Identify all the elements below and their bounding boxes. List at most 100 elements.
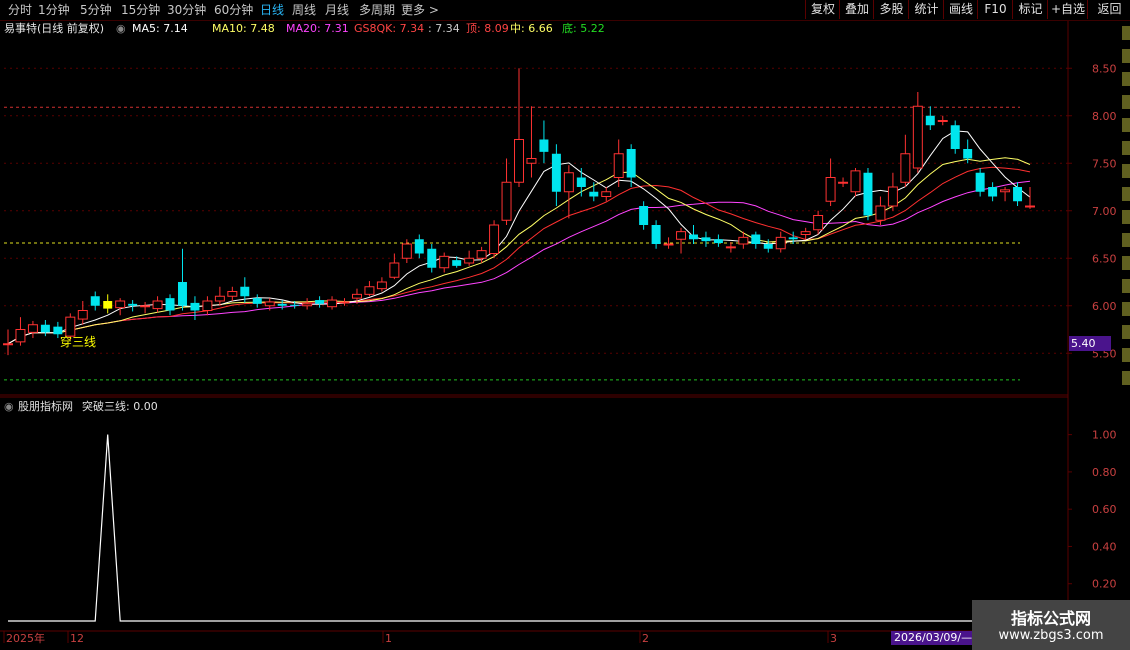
candle-body [227,291,238,297]
candle-body [364,286,375,295]
candle-body [476,250,487,259]
candle-body [15,329,26,343]
candle-body [115,300,126,309]
candle-body [339,301,350,304]
candle-body [264,301,275,307]
candle-body [464,257,475,264]
gs8qk2-value: : 7.34 [428,22,460,35]
candle-body [376,281,387,290]
candle-body [240,286,250,297]
side-panel-block [1122,49,1130,63]
candle-body [501,181,512,221]
candle-body [327,299,338,308]
side-panel-block [1122,279,1130,293]
candle-body [639,206,649,225]
period-tab-8[interactable]: 月线 [325,2,349,18]
candle-body [452,260,462,266]
period-tab-9[interactable]: 多周期 [359,2,395,18]
candle-body [401,243,412,259]
period-tab-7[interactable]: 周线 [292,2,316,18]
candle-body [414,239,424,254]
side-panel-block [1122,256,1130,270]
candle-body [950,125,960,149]
candle-body [676,231,687,240]
chart-title: 易事特(日线 前复权) [4,21,104,35]
candle-body [302,303,313,307]
candle-body [1025,205,1035,208]
toolbar-button-8[interactable]: 返回 [1087,0,1130,19]
candle-body [152,300,163,310]
candle-body [1013,187,1023,202]
side-panel-block [1122,164,1130,178]
candle-body [165,298,175,311]
candle-body [315,300,325,304]
period-tab-6[interactable]: 日线 [260,2,284,18]
candle-body [3,343,13,346]
candle-body [925,115,935,126]
candle-body [551,153,561,192]
side-panel-block [1122,233,1130,247]
candle-body [439,255,450,269]
toolbar-button-3[interactable]: 统计 [908,0,944,19]
time-label: 2025年 [6,631,45,645]
period-tab-3[interactable]: 15分钟 [121,2,160,18]
candle-body [389,262,400,278]
candle-body [763,244,773,249]
candle-body [252,298,262,304]
period-tab-10[interactable]: 更多 > [401,2,439,18]
side-panel-block [1122,95,1130,109]
candle-body [514,139,524,183]
side-panel-block [1122,371,1130,385]
price-tick-label: 6.00 [1092,300,1117,313]
side-panel-block [1122,187,1130,201]
time-label: 2 [642,632,649,645]
toolbar-button-1[interactable]: 叠加 [839,0,874,19]
period-toolbar: 分时 1分钟 5分钟 15分钟 30分钟 60分钟 日线 周线 月线 多周期 更多 > 复权 叠加 多股统… [0,0,1130,21]
candle-body [190,302,200,311]
indicator-toggle-icon: ◉ [4,400,14,413]
candle-body [351,293,362,299]
toolbar-button-4[interactable]: 画线 [943,0,978,19]
period-tab-0[interactable]: 分时 [8,2,32,18]
gs8qk-value: GS8QK: 7.34 [354,22,424,35]
candle-body [775,236,786,250]
period-tab-4[interactable]: 30分钟 [167,2,206,18]
watermark-title: 指标公式网 [1010,609,1091,628]
toolbar-button-2[interactable]: 多股 [873,0,909,19]
toolbar-button-6[interactable]: 标记 [1012,0,1048,19]
candle-body [788,237,798,240]
period-tab-5[interactable]: 60分钟 [214,2,253,18]
candle-body [713,239,723,244]
settings-toggle-icon: ◉ [116,22,126,35]
candle-body [651,225,661,244]
toolbar-button-7[interactable]: +自选 [1047,0,1088,19]
period-tab-2[interactable]: 5分钟 [80,2,112,18]
side-panel-block [1122,348,1130,362]
candle-body [963,149,973,159]
candle-body [539,139,549,152]
ma10-value: MA10: 7.48 [212,22,275,35]
indicator-tick-label: 0.40 [1092,540,1117,553]
candle-body [813,215,824,231]
indicator-line [8,434,1030,622]
candle-body [800,231,811,235]
toolbar-button-5[interactable]: F10 [977,0,1013,19]
candle-body [77,310,88,320]
toolbar-button-0[interactable]: 复权 [805,0,840,19]
candle-body [214,295,225,302]
cursor-date-box: 2026/03/09/— [891,631,974,645]
side-panel-block [1122,141,1130,155]
bottom-value: 底: 5.22 [562,21,605,35]
indicator-tick-label: 0.80 [1092,466,1117,479]
candle-body [489,224,500,254]
time-label: 3 [830,632,837,645]
main-chart[interactable]: 8.508.007.507.006.506.005.50穿三线易事特(日线 前复… [0,21,1130,650]
candle-body [1000,189,1011,193]
candle-body [576,177,586,187]
candle-body [290,304,300,306]
candle-body [589,191,599,197]
candle-body [427,248,437,268]
candle-body [526,158,537,164]
candle-body [103,301,113,309]
period-tab-1[interactable]: 1分钟 [38,2,70,18]
